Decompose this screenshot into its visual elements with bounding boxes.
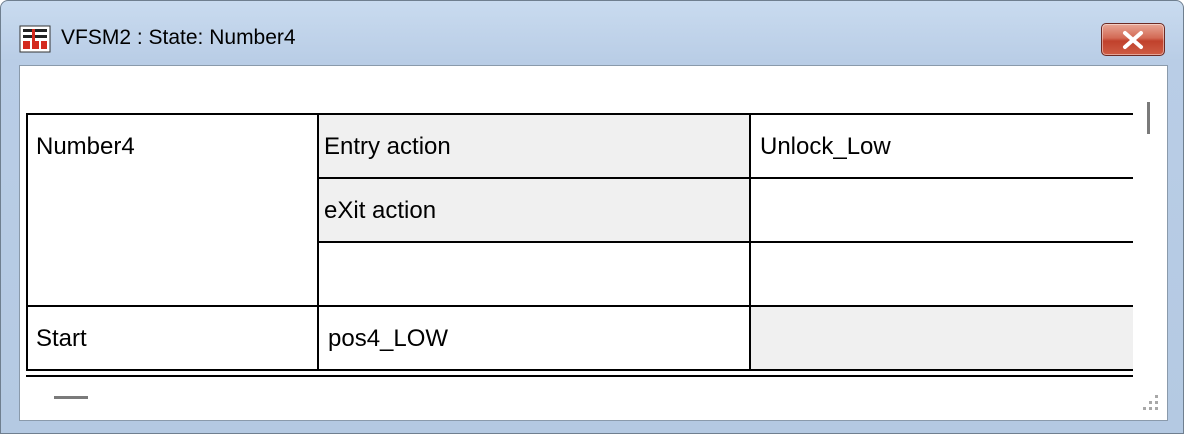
grid-line — [318, 177, 1133, 179]
state-table: Number4 Entry action Unlock_Low eXit act… — [26, 113, 1133, 377]
condition-cell[interactable]: pos4_LOW — [328, 325, 448, 353]
window-title: VFSM2 : State: Number4 — [61, 26, 296, 49]
grid-line — [26, 375, 1133, 377]
close-icon — [1123, 31, 1143, 49]
state-table-view: Number4 Entry action Unlock_Low eXit act… — [19, 65, 1168, 421]
vfsm-state-window: VFSM2 : State: Number4 Number4 Entry act… — [0, 0, 1184, 434]
entry-action-label[interactable]: Entry action — [324, 133, 451, 161]
grid-line — [317, 113, 319, 371]
vertical-scrollbar[interactable] — [1134, 66, 1168, 366]
size-grip-icon[interactable] — [1139, 391, 1161, 413]
vertical-scroll-thumb[interactable] — [1147, 102, 1150, 134]
exit-action-label[interactable]: eXit action — [324, 197, 436, 225]
title-bar[interactable]: VFSM2 : State: Number4 — [1, 1, 1183, 63]
grid-line — [749, 113, 751, 371]
state-name-cell[interactable]: Number4 — [36, 133, 135, 161]
entry-action-value[interactable]: Unlock_Low — [760, 133, 891, 161]
grid-line — [26, 113, 28, 371]
next-state-cell[interactable]: Start — [36, 325, 87, 353]
gray-cell-bg — [750, 306, 1133, 370]
grid-line — [26, 305, 1133, 307]
horizontal-scrollbar[interactable] — [20, 378, 1132, 420]
vfsm-app-icon — [19, 25, 51, 53]
grid-line — [26, 113, 1133, 115]
grid-line — [26, 369, 1133, 371]
grid-line — [318, 241, 1133, 243]
horizontal-scroll-thumb[interactable] — [54, 396, 88, 399]
close-button[interactable] — [1101, 23, 1165, 56]
